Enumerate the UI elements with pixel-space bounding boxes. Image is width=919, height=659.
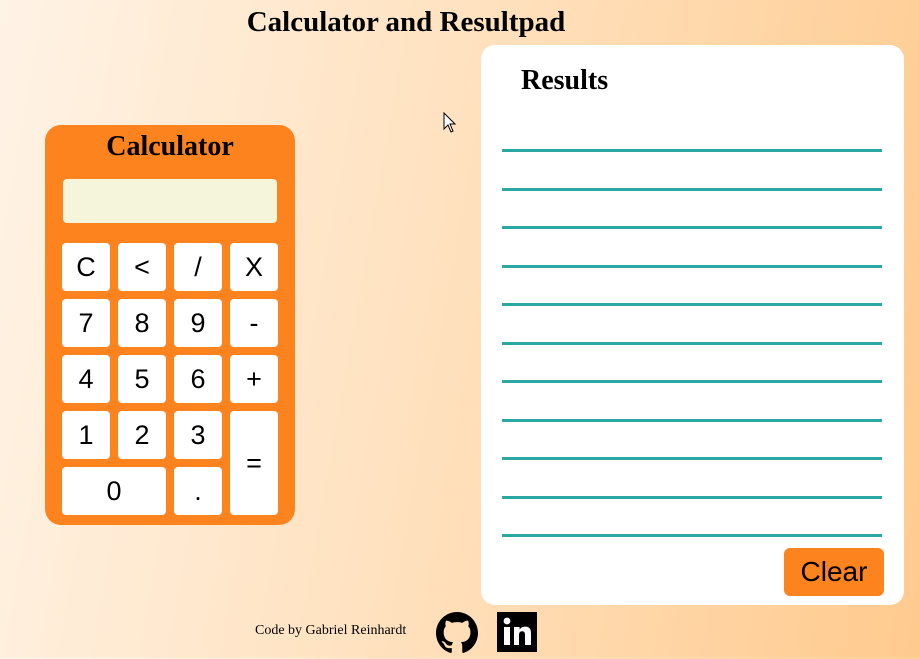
key-multiply[interactable]: X <box>230 243 278 291</box>
result-line <box>502 226 882 229</box>
key-divide[interactable]: / <box>174 243 222 291</box>
key-9[interactable]: 9 <box>174 299 222 347</box>
key-8[interactable]: 8 <box>118 299 166 347</box>
key-2[interactable]: 2 <box>118 411 166 459</box>
key-clear[interactable]: C <box>62 243 110 291</box>
page-title: Calculator and Resultpad <box>246 6 566 38</box>
key-4[interactable]: 4 <box>62 355 110 403</box>
results-title: Results <box>521 65 609 96</box>
key-backspace[interactable]: < <box>118 243 166 291</box>
key-decimal[interactable]: . <box>174 467 222 515</box>
key-5[interactable]: 5 <box>118 355 166 403</box>
calculator-panel: Calculator C < / X 7 8 9 - 4 5 6 + 1 2 3… <box>45 125 295 525</box>
result-line <box>502 457 882 460</box>
results-pad: Results Clear <box>481 45 904 605</box>
key-6[interactable]: 6 <box>174 355 222 403</box>
result-line <box>502 188 882 191</box>
result-line <box>502 496 882 499</box>
result-line <box>502 265 882 268</box>
result-line <box>502 419 882 422</box>
linkedin-link[interactable] <box>497 612 537 652</box>
github-link[interactable] <box>436 612 478 654</box>
result-line <box>502 534 882 537</box>
calculator-display[interactable] <box>63 179 277 223</box>
result-line <box>502 342 882 345</box>
key-7[interactable]: 7 <box>62 299 110 347</box>
result-line <box>502 380 882 383</box>
calculator-title: Calculator <box>106 131 234 162</box>
key-0[interactable]: 0 <box>62 467 166 515</box>
github-icon <box>436 612 478 653</box>
key-3[interactable]: 3 <box>174 411 222 459</box>
footer-credit: Code by Gabriel Reinhardt <box>255 623 407 638</box>
result-line <box>502 303 882 306</box>
linkedin-icon <box>497 612 537 652</box>
result-line <box>502 149 882 152</box>
key-minus[interactable]: - <box>230 299 278 347</box>
mouse-cursor-icon <box>443 112 457 133</box>
key-equals[interactable]: = <box>230 411 278 515</box>
key-1[interactable]: 1 <box>62 411 110 459</box>
clear-results-button[interactable]: Clear <box>784 548 884 596</box>
key-plus[interactable]: + <box>230 355 278 403</box>
